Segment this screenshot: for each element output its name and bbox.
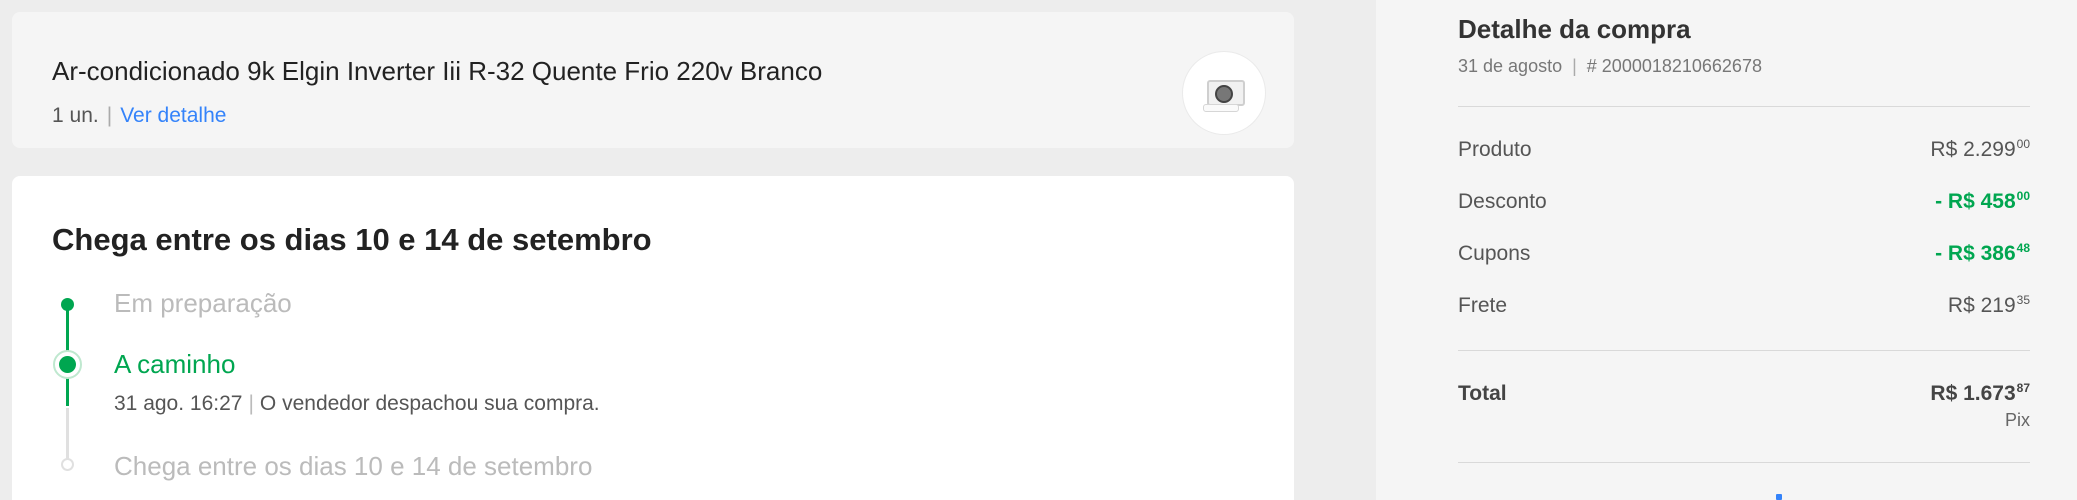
amount: R$ 1.673 xyxy=(1930,382,2016,405)
step-preparation: Em preparação xyxy=(114,288,292,318)
amount-cents: 87 xyxy=(2016,381,2030,395)
product-quantity: 1 un. xyxy=(52,104,99,127)
divider xyxy=(1458,350,2030,351)
step-date: 31 ago. 16:27 xyxy=(114,392,243,415)
view-detail-link[interactable]: Ver detalhe xyxy=(120,104,226,127)
product-card: Ar-condicionado 9k Elgin Inverter Iii R-… xyxy=(12,12,1294,148)
meta-separator: | xyxy=(106,104,113,127)
indoor-unit-icon xyxy=(1203,104,1239,112)
fan-icon xyxy=(1215,85,1233,103)
row-value-product: R$ 2.29900 xyxy=(1930,138,2030,162)
row-value-shipping: R$ 21935 xyxy=(1948,294,2030,318)
amount: - R$ 386 xyxy=(1935,242,2016,265)
divider xyxy=(1458,106,2030,107)
step-on-the-way-detail: 31 ago. 16:27 | O vendedor despachou sua c… xyxy=(114,392,600,416)
step-message: O vendedor despachou sua compra. xyxy=(259,392,600,415)
row-label-product: Produto xyxy=(1458,138,1532,161)
step-on-the-way: A caminho xyxy=(114,349,236,379)
row-value-discount: - R$ 45800 xyxy=(1935,190,2030,214)
timeline-pending-dot-icon xyxy=(61,458,74,471)
amount: R$ 219 xyxy=(1947,294,2016,317)
delivery-title: Chega entre os dias 10 e 14 de setembro xyxy=(52,222,652,257)
amount-cents: 00 xyxy=(2016,189,2030,203)
divider xyxy=(1458,462,2030,463)
meta-separator: | xyxy=(1572,56,1577,76)
total-label: Total xyxy=(1458,382,1507,405)
row-label-discount: Desconto xyxy=(1458,190,1547,213)
amount: - R$ 458 xyxy=(1935,190,2016,213)
row-value-coupons: - R$ 38648 xyxy=(1935,242,2030,266)
amount-cents: 48 xyxy=(2016,241,2030,255)
total-value: R$ 1.67387 xyxy=(1930,382,2030,406)
summary-title: Detalhe da compra xyxy=(1458,14,1691,44)
order-date: 31 de agosto xyxy=(1458,56,1563,76)
timeline-rail xyxy=(66,305,69,353)
product-thumbnail[interactable] xyxy=(1183,52,1265,134)
timeline-current-dot-icon xyxy=(53,350,82,379)
step-arrival: Chega entre os dias 10 e 14 de setembro xyxy=(114,451,593,481)
amount: R$ 2.299 xyxy=(1930,138,2016,161)
product-title[interactable]: Ar-condicionado 9k Elgin Inverter Iii R-… xyxy=(52,56,822,87)
step-separator: | xyxy=(248,392,254,415)
amount-cents: 35 xyxy=(2016,293,2030,307)
row-label-shipping: Frete xyxy=(1458,294,1508,317)
summary-meta: 31 de agosto | # 2000018210662678 xyxy=(1458,56,1762,77)
row-label-coupons: Cupons xyxy=(1458,242,1531,265)
purchase-summary: Detalhe da compra 31 de agosto | # 2000018… xyxy=(1376,0,2077,500)
partial-link-fragment[interactable] xyxy=(1776,494,1782,500)
amount-cents: 00 xyxy=(2016,137,2030,151)
timeline-rail-pending xyxy=(66,408,69,460)
payment-method: Pix xyxy=(2004,410,2030,430)
timeline-dot-icon xyxy=(61,298,74,311)
delivery-card: Chega entre os dias 10 e 14 de setembro … xyxy=(12,176,1294,500)
product-meta: 1 un. | Ver detalhe xyxy=(52,104,226,128)
air-conditioner-icon xyxy=(1207,80,1245,106)
order-number: # 2000018210662678 xyxy=(1586,56,1762,76)
